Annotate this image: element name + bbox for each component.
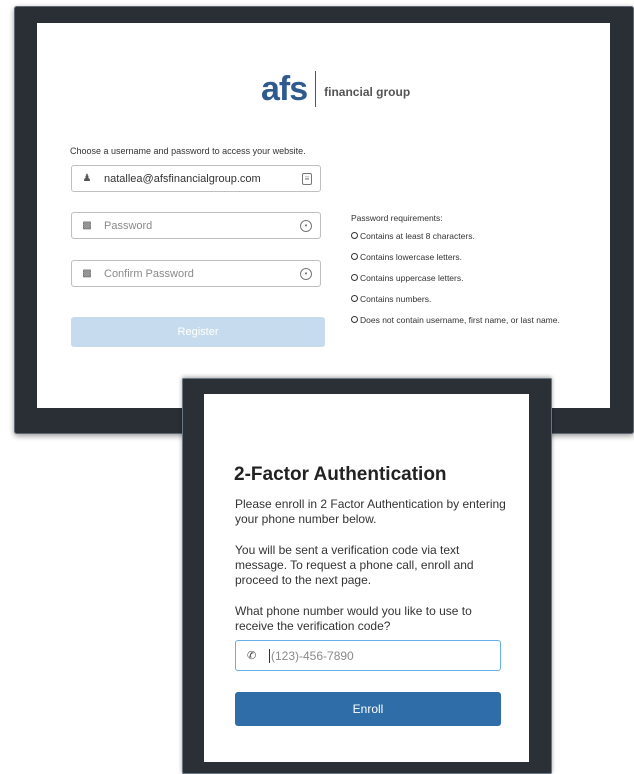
logo-divider [315, 71, 317, 107]
requirement-item: Contains at least 8 characters. [351, 225, 560, 246]
phone-input[interactable]: ✆ (123)-456-7890 [235, 640, 501, 671]
requirement-item: Does not contain username, first name, o… [351, 309, 560, 330]
two-factor-panel: 2-Factor Authentication Please enroll in… [204, 394, 529, 762]
phone-placeholder: (123)-456-7890 [271, 648, 354, 663]
requirement-status-icon [351, 316, 358, 323]
two-factor-intro: Please enroll in 2 Factor Authentication… [235, 497, 506, 526]
register-button[interactable]: Register [71, 317, 325, 347]
requirement-status-icon [351, 295, 358, 302]
requirement-item: Contains lowercase letters. [351, 246, 560, 267]
register-panel: afs financial group Choose a username an… [37, 23, 610, 408]
requirement-status-icon [351, 232, 358, 239]
requirement-text: Contains lowercase letters. [360, 251, 463, 262]
password-requirements: Password requirements: Contains at least… [351, 213, 560, 330]
confirm-password-field[interactable]: ▩ Confirm Password • [71, 260, 321, 287]
phone-icon: ✆ [247, 650, 257, 662]
two-factor-question: What phone number would you like to use … [235, 604, 472, 633]
requirement-status-icon [351, 253, 358, 260]
requirement-item: Contains numbers. [351, 288, 560, 309]
user-icon: ♟ [82, 173, 92, 184]
contact-card-icon[interactable]: ≡ [302, 172, 312, 185]
requirement-text: Does not contain username, first name, o… [360, 314, 560, 325]
text-cursor [269, 648, 270, 663]
password-field[interactable]: ▩ Password • [71, 212, 321, 239]
requirement-text: Contains numbers. [360, 293, 432, 304]
logo-mark: afs [261, 70, 308, 108]
register-window: afs financial group Choose a username an… [14, 6, 634, 434]
requirement-status-icon [351, 274, 358, 281]
two-factor-window: 2-Factor Authentication Please enroll in… [182, 378, 552, 774]
requirements-title: Password requirements: [351, 213, 443, 223]
username-field[interactable]: ♟ natallea@afsfinancialgroup.com ≡ [71, 165, 321, 192]
lock-icon: ▩ [82, 220, 92, 231]
username-value: natallea@afsfinancialgroup.com [104, 172, 261, 185]
two-factor-title: 2-Factor Authentication [234, 464, 447, 485]
requirement-item: Contains uppercase letters. [351, 267, 560, 288]
logo: afs financial group [261, 71, 410, 107]
requirement-text: Contains at least 8 characters. [360, 230, 475, 241]
eye-icon[interactable]: • [300, 267, 312, 280]
instructions-text: Choose a username and password to access… [70, 146, 306, 156]
two-factor-info: You will be sent a verification code via… [235, 543, 474, 587]
confirm-password-placeholder: Confirm Password [104, 267, 194, 280]
requirement-text: Contains uppercase letters. [360, 272, 464, 283]
logo-text: financial group [324, 85, 411, 99]
enroll-button[interactable]: Enroll [235, 692, 501, 726]
eye-icon[interactable]: • [300, 219, 312, 232]
lock-icon: ▩ [82, 268, 92, 279]
password-placeholder: Password [104, 219, 153, 232]
